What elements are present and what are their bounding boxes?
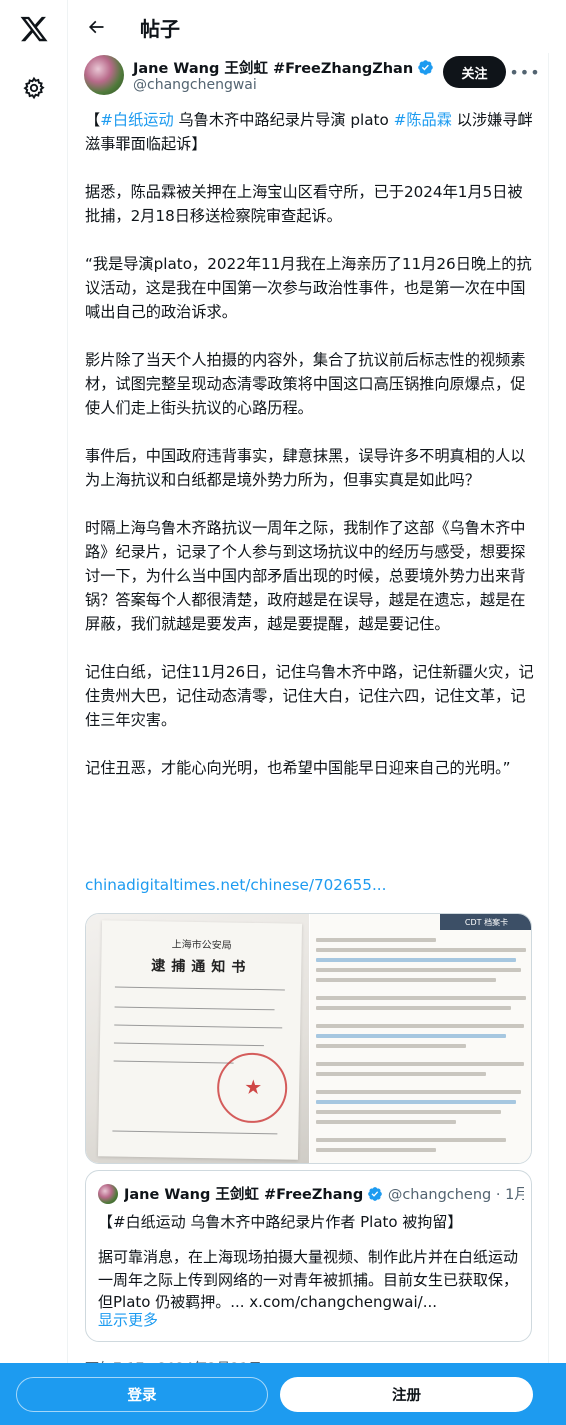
doc-text-line [316, 1100, 516, 1104]
doc-text-line [316, 978, 496, 982]
left-nav-rail [0, 0, 68, 1425]
verified-badge-icon [367, 1186, 383, 1206]
verified-badge-icon [417, 59, 434, 80]
doc-rule [113, 1060, 234, 1064]
quote-title: 【#白纸运动 乌鲁木齐中路纪录片作者 Plato 被拘留】 [98, 1213, 463, 1231]
quote-author-name: Jane Wang 王剑虹 #FreeZhang [124, 1187, 364, 1203]
doc-rule [114, 1006, 275, 1011]
doc-title-line1: 上海市公安局 [171, 939, 232, 952]
tweet-text: 【#白纸运动 乌鲁木齐中路纪录片导演 plato #陈品霖 以涉嫌寻衅滋事罪面临… [85, 108, 535, 780]
doc-rule [113, 1042, 264, 1047]
doc-text-line [316, 1138, 506, 1142]
author-name-text[interactable]: Jane Wang 王剑虹 #FreeZhangZhan [133, 61, 413, 77]
media-grid: 上海市公安局 逮捕通知书 ★ CDT 档案卡 [85, 913, 532, 1164]
tweet-body: 据悉，陈品霖被关押在上海宝山区看守所，已于2024年1月5日被批捕，2月18日移… [85, 183, 534, 777]
hashtag-link[interactable]: #白纸运动 [100, 111, 173, 129]
tweet-title-mid: 乌鲁木齐中路纪录片导演 plato [173, 111, 394, 129]
x-logo-icon[interactable] [17, 12, 51, 46]
doc-rule [114, 1024, 283, 1029]
avatar[interactable] [84, 55, 124, 95]
star-icon: ★ [243, 1074, 263, 1100]
doc-rule [114, 986, 285, 991]
paper-document: 上海市公安局 逮捕通知书 ★ [97, 920, 303, 1160]
doc-text-line [316, 1090, 521, 1094]
doc-text-line [316, 958, 516, 962]
hashtag-link[interactable]: #陈品霖 [394, 111, 452, 129]
doc-text-line [316, 1006, 511, 1010]
external-link[interactable]: chinadigitaltimes.net/chinese/702655... [85, 876, 386, 894]
avatar [98, 1184, 118, 1204]
doc-title-line2: 逮捕通知书 [151, 958, 252, 976]
doc-text-line [316, 1148, 436, 1152]
doc-text-line [316, 938, 436, 942]
doc-text-line [316, 1062, 524, 1066]
photo-arrest-notice[interactable]: 上海市公安局 逮捕通知书 ★ [86, 914, 309, 1163]
follow-button[interactable]: 关注 [443, 56, 506, 88]
more-dots-icon[interactable]: ••• [509, 59, 539, 85]
author-row: Jane Wang 王剑虹 #FreeZhangZhan @changcheng… [84, 55, 540, 103]
doc-text-line [316, 968, 521, 972]
quote-meta: @changcheng · 1月18日 [387, 1187, 524, 1203]
quote-header: Jane Wang 王剑虹 #FreeZhang @changcheng · 1… [124, 1183, 524, 1206]
quoted-tweet[interactable]: Jane Wang 王剑虹 #FreeZhang @changcheng · 1… [85, 1170, 532, 1342]
doc-text-line [316, 1110, 501, 1114]
tweet-title-open: 【 [85, 111, 101, 129]
gear-icon[interactable] [20, 74, 48, 102]
show-more-link[interactable]: 显示更多 [98, 1309, 158, 1330]
author-handle[interactable]: @changchengwai [133, 77, 257, 93]
doc-rule [112, 1130, 278, 1135]
photo-cdt-card[interactable]: CDT 档案卡 [310, 914, 531, 1163]
login-button[interactable]: 登录 [16, 1377, 268, 1412]
main-column: 帖子 Jane Wang 王剑虹 #FreeZhangZhan @changch… [68, 0, 549, 1425]
quote-body: 据可靠消息，在上海现场拍摄大量视频、制作此片并在白纸运动一周年之际上传到网络的一… [98, 1248, 519, 1311]
arrow-left-icon[interactable] [80, 11, 112, 43]
doc-text-line [316, 948, 526, 952]
doc-text-line [316, 1034, 506, 1038]
doc-text-line [316, 1072, 486, 1076]
doc-text-line [316, 996, 526, 1000]
signup-button[interactable]: 注册 [280, 1377, 533, 1412]
doc-text-line [316, 1044, 466, 1048]
bottom-signup-bar: 登录 注册 [0, 1363, 566, 1425]
doc-text-line [316, 1120, 456, 1124]
doc-badge: CDT 档案卡 [440, 914, 531, 930]
red-seal: ★ [216, 1052, 288, 1124]
top-bar: 帖子 [68, 0, 549, 53]
doc-text-line [316, 1024, 524, 1028]
page-title: 帖子 [140, 17, 180, 41]
